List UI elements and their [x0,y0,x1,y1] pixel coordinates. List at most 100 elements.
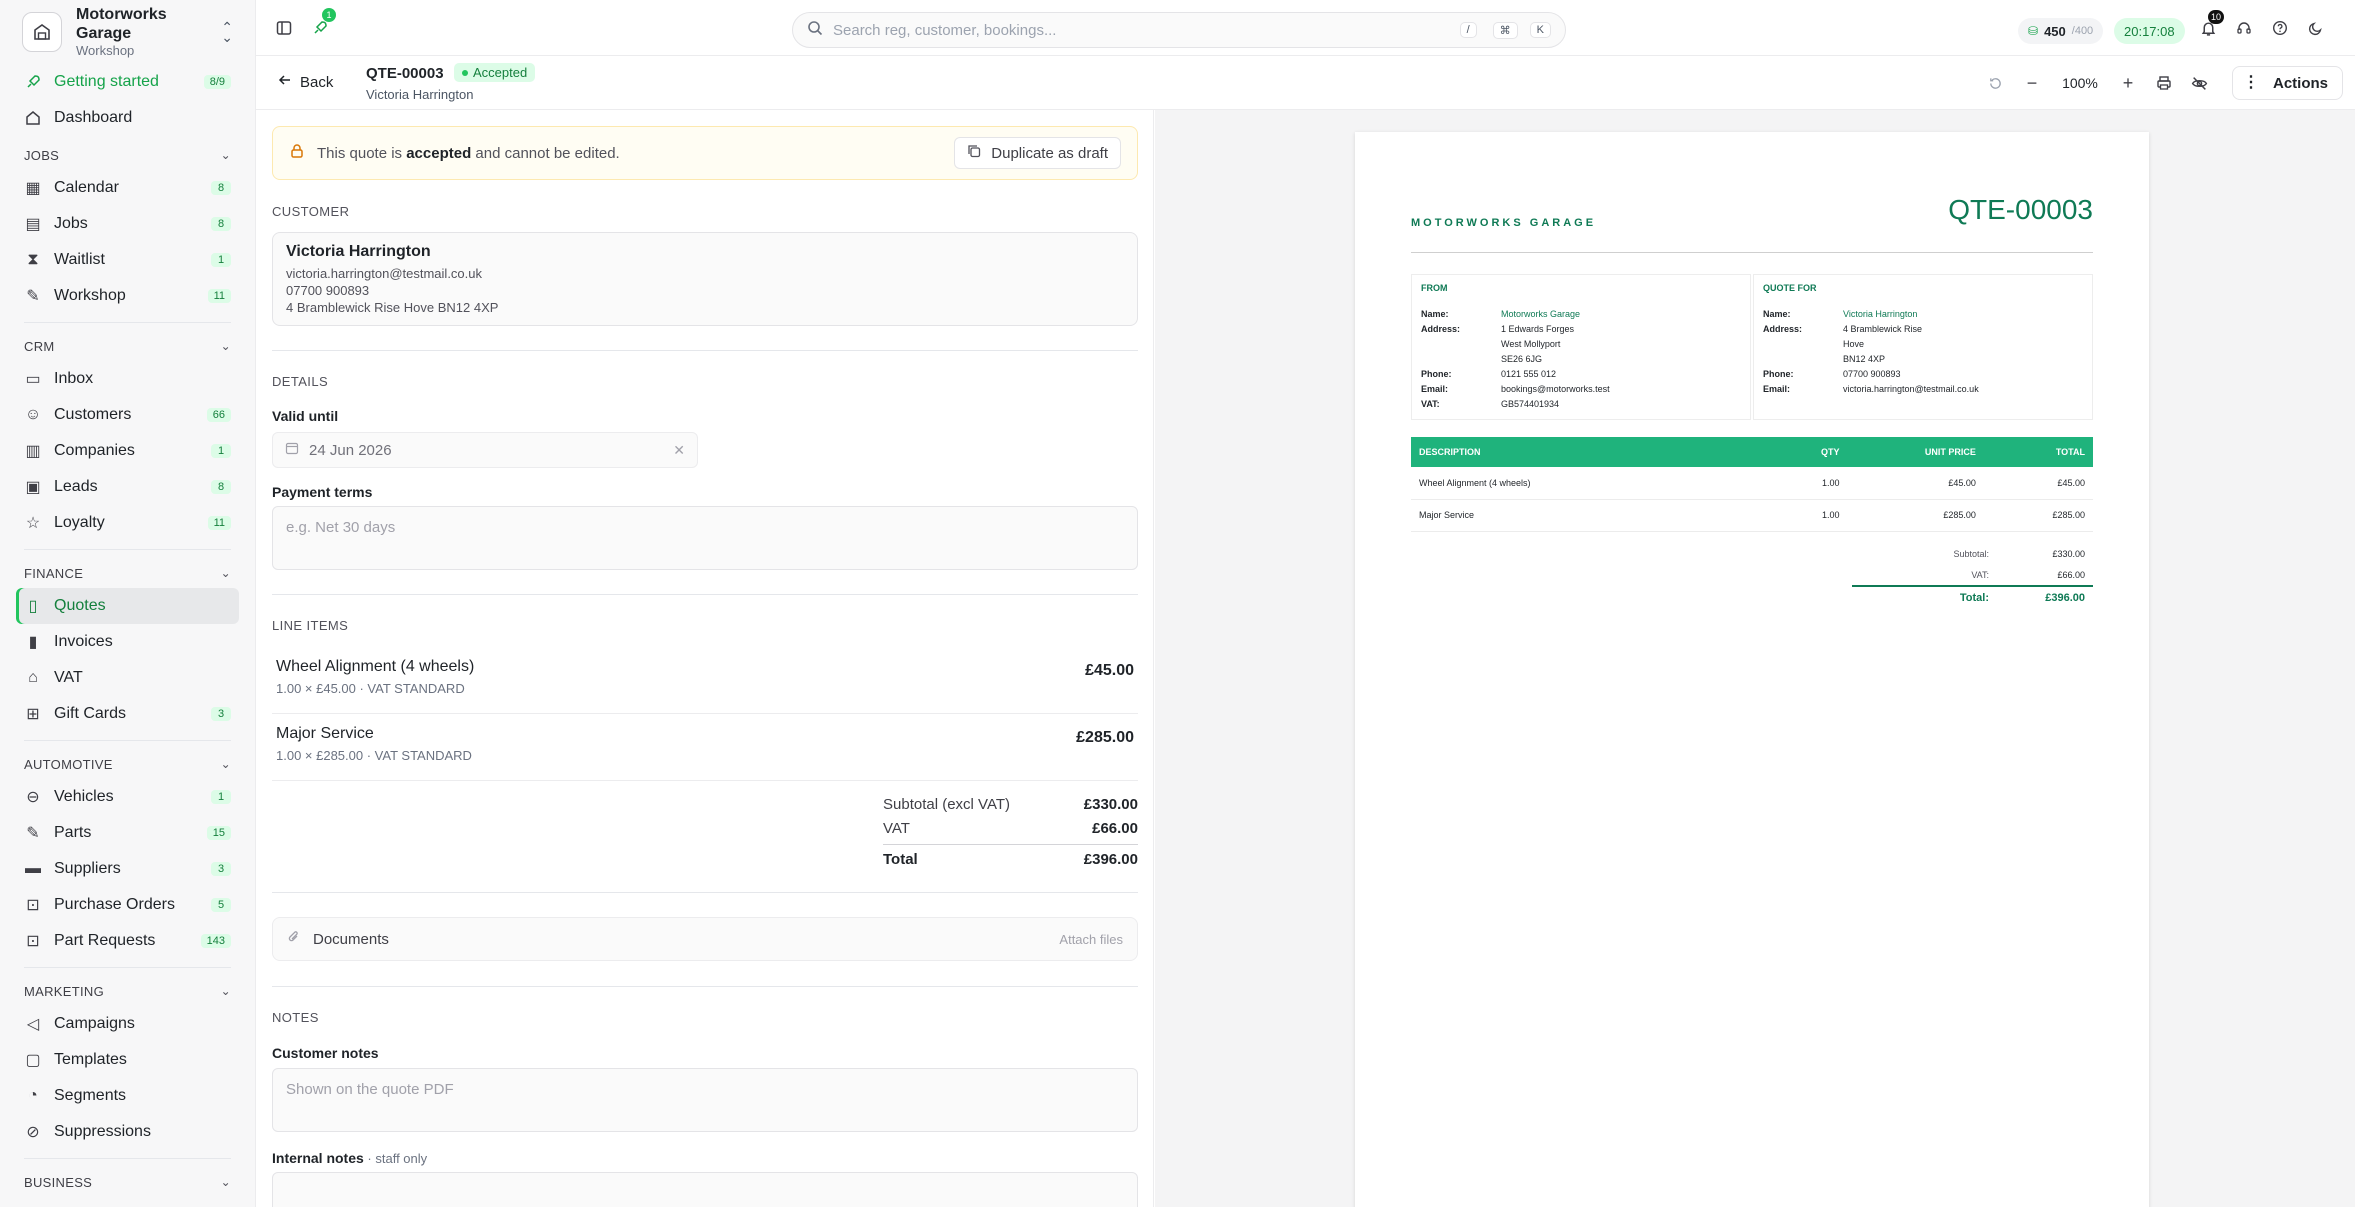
internal-notes-title: Internal notes [272,1150,364,1166]
coins-icon: ⛁ [2028,24,2039,38]
line-item[interactable]: Major Service 1.00 × £285.00 · VAT STAND… [272,715,1138,781]
contact-card-icon: ▣ [25,479,41,496]
credits-counter[interactable]: ⛁ 450 /400 [2018,18,2104,44]
sidebar-item-label: Segments [54,1087,127,1104]
valid-until-field[interactable]: 24 Jun 2026 ✕ [272,432,698,468]
to-address: BN12 4XP [1843,354,1886,364]
doc-subtotal-value: £330.00 [2052,548,2085,559]
search-input[interactable]: Search reg, customer, bookings... / ⌘ K [792,12,1566,48]
payment-terms-field[interactable]: e.g. Net 30 days [272,506,1138,570]
attach-files-button[interactable]: Attach files [1059,932,1123,947]
pdf-preview: MOTORWORKS GARAGE QTE-00003 FROM Name: Mo… [1155,110,2355,1207]
section-marketing-toggle[interactable]: MARKETING ⌄ [16,976,239,1006]
notes-caption: NOTES [272,1010,319,1025]
col-description: DESCRIPTION [1411,437,1766,467]
document-rule [1411,252,2093,253]
field-key: Name: [1763,309,1791,319]
sidebar-item-label: Getting started [54,73,159,90]
section-automotive-toggle[interactable]: AUTOMOTIVE ⌄ [16,749,239,779]
col-unit-price: UNIT PRICE [1847,437,1984,467]
sidebar-item-dashboard[interactable]: Dashboard [16,100,239,136]
sidebar-item-inbox[interactable]: ▭ Inbox [16,361,239,397]
sidebar-item-label: Waitlist [54,251,105,268]
receipt-icon: ▮ [28,634,38,651]
sidebar-item-invoices[interactable]: ▮ Invoices [16,624,239,660]
total-label: Total [883,851,918,868]
star-icon: ☆ [25,515,41,532]
actions-button[interactable]: ⋮ Actions [2231,66,2343,100]
sidebar-item-part-requests[interactable]: ⊡ Part Requests 143 [16,923,239,959]
org-switcher[interactable]: Motorworks Garage Workshop ⌃ ⌄ [0,0,255,64]
sidebar-item-label: Inbox [54,370,94,387]
rocket-icon[interactable]: 1 [308,8,336,40]
help-icon[interactable] [2268,16,2292,40]
subtotal-label: Subtotal (excl VAT) [883,795,1010,813]
sidebar-item-quotes[interactable]: ▯ Quotes [16,588,239,624]
megaphone-icon: ◁ [26,1016,40,1033]
document-icon: ▯ [28,598,38,615]
section-jobs-toggle[interactable]: JOBS ⌄ [16,140,239,170]
sidebar-item-label: Quotes [54,597,106,614]
section-title: CRM [24,338,55,354]
cell-unit-price: £285.00 [1847,499,1984,532]
eye-off-icon[interactable] [2182,66,2218,100]
customer-card[interactable]: Victoria Harrington victoria.harrington@… [272,232,1138,326]
duplicate-as-draft-button[interactable]: Duplicate as draft [954,137,1121,169]
subtotal-value: £330.00 [1083,795,1138,813]
quote-for-heading: QUOTE FOR [1763,283,1817,293]
sidebar: Motorworks Garage Workshop ⌃ ⌄ Getting st… [0,0,256,1207]
customer-notes-field[interactable]: Shown on the quote PDF [272,1068,1138,1132]
reset-icon[interactable] [1978,66,2014,100]
section-crm-toggle[interactable]: CRM ⌄ [16,331,239,361]
headset-icon[interactable] [2232,16,2256,40]
cart-icon: ⊡ [26,933,40,950]
sidebar-item-campaigns[interactable]: ◁ Campaigns [16,1006,239,1042]
pie-icon: ◔ [28,1087,38,1104]
print-icon[interactable] [2146,66,2182,100]
hourglass-icon: ⧗ [27,251,39,268]
sidebar-item-customers[interactable]: ☺ Customers 66 [16,397,239,433]
sidebar-item-leads[interactable]: ▣ Leads 8 [16,469,239,505]
internal-notes-field[interactable] [272,1172,1138,1207]
sidebar-item-services[interactable]: ✎Services20 [16,1197,239,1207]
calendar-icon: ▦ [25,180,41,197]
sidebar-item-gift-cards[interactable]: ⊞ Gift Cards 3 [16,696,239,732]
home-icon [24,109,42,127]
sidebar-toggle-icon[interactable] [272,16,296,40]
clear-icon[interactable]: ✕ [673,442,685,459]
field-key: Phone: [1763,369,1794,379]
sidebar-item-purchase-orders[interactable]: ⊡ Purchase Orders 5 [16,887,239,923]
documents-panel[interactable]: Documents Attach files [272,917,1138,961]
sidebar-item-waitlist[interactable]: ⧗ Waitlist 1 [16,242,239,278]
sidebar-item-jobs[interactable]: ▤ Jobs 8 [16,206,239,242]
moon-icon[interactable] [2304,16,2328,40]
line-item[interactable]: Wheel Alignment (4 wheels) 1.00 × £45.00… [272,648,1138,714]
notification-count: 10 [2208,10,2225,24]
search-icon [807,20,823,40]
sidebar-item-companies[interactable]: ▥ Companies 1 [16,433,239,469]
field-key: Email: [1421,384,1449,394]
arrow-left-icon [278,73,292,91]
sidebar-item-workshop[interactable]: ✎ Workshop 11 [16,278,239,314]
sidebar-item-vehicles[interactable]: ⊖ Vehicles 1 [16,779,239,815]
back-button[interactable]: Back [278,73,333,91]
sidebar-item-calendar[interactable]: ▦ Calendar 8 [16,170,239,206]
table-row: Wheel Alignment (4 wheels) 1.00 £45.00 £… [1411,467,2093,500]
sidebar-item-parts[interactable]: ✎ Parts 15 [16,815,239,851]
sidebar-item-suppressions[interactable]: ⊘ Suppressions [16,1114,239,1150]
zoom-in-icon[interactable]: + [2110,66,2146,100]
bell-icon[interactable]: 10 [2196,10,2225,40]
sidebar-item-suppliers[interactable]: ▬ Suppliers 3 [16,851,239,887]
section-business-toggle[interactable]: BUSINESS ⌄ [16,1167,239,1197]
sidebar-item-templates[interactable]: ▢ Templates [16,1042,239,1078]
zoom-out-icon[interactable]: − [2014,66,2050,100]
table-header-row: DESCRIPTION QTY UNIT PRICE TOTAL [1411,437,2093,467]
field-key: Name: [1421,309,1449,319]
sidebar-item-loyalty[interactable]: ☆ Loyalty 11 [16,505,239,541]
sidebar-item-segments[interactable]: ◔ Segments [16,1078,239,1114]
sidebar-item-vat[interactable]: ⌂ VAT [16,660,239,696]
sidebar-item-getting-started[interactable]: Getting started 8/9 [16,64,239,100]
col-qty: QTY [1765,437,1848,467]
divider [24,740,231,741]
section-finance-toggle[interactable]: FINANCE ⌄ [16,558,239,588]
